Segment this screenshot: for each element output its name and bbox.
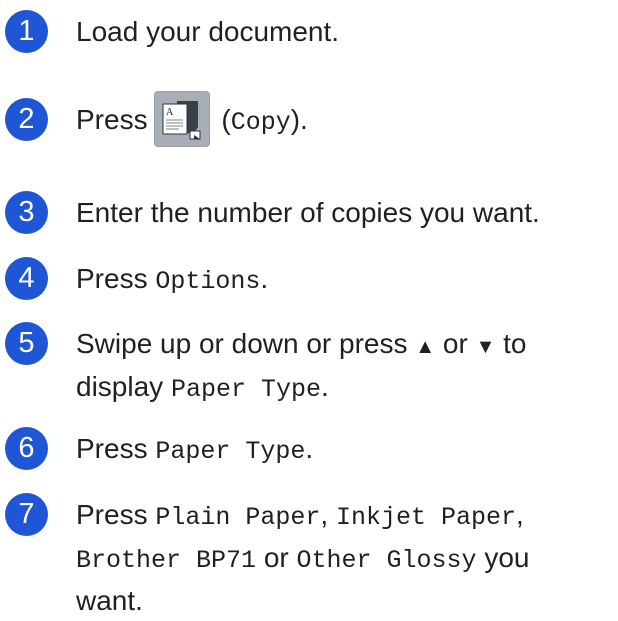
step-number-badge: 5 [5,322,48,365]
copy-label: Copy [230,108,291,137]
period: . [305,433,314,464]
inkjet-paper-label: Inkjet Paper [335,503,516,532]
step-number-badge: 2 [5,98,48,141]
step-text: Press A (Copy). [76,90,616,151]
step-text: Press Options. [76,259,616,302]
step-text: Load your document. [76,12,616,52]
step-number-badge: 7 [5,493,48,536]
up-arrow-icon: ▲ [415,336,436,358]
period: . [260,263,269,294]
you-word: you [484,542,530,573]
step-text: Swipe up or down or press ▲ or ▼ to disp… [76,324,616,410]
plain-paper-label: Plain Paper [155,503,321,532]
step-number-badge: 1 [5,10,48,53]
press-word: Press [76,104,148,135]
paren-close: ). [290,104,308,135]
press-word: Press [76,263,148,294]
step-text: Press Plain Paper, Inkjet Paper, Brother… [76,495,616,621]
step-3-text: Enter the number of copies you want. [76,197,540,228]
display-word: display [76,371,164,402]
comma: , [515,499,524,530]
press-word: Press [76,499,148,530]
brother-bp71-label: Brother BP71 [76,546,257,575]
paren-open: ( [213,104,231,135]
step-number-badge: 4 [5,257,48,300]
other-glossy-label: Other Glossy [296,546,477,575]
paper-type-label: Paper Type [170,375,321,404]
or-word: or [442,328,468,359]
step-5-line-1: Swipe up or down or press ▲ or ▼ to [76,324,616,367]
step-7-line-1: Press Plain Paper, Inkjet Paper, [76,495,616,538]
step-7-line-3: want. [76,581,616,621]
copy-icon[interactable]: A [153,90,210,147]
svg-text:A: A [166,107,174,118]
to-word: to [503,328,527,359]
step-text: Press Paper Type. [76,429,616,472]
down-arrow-icon: ▼ [475,336,496,358]
step-5-line-2: display Paper Type. [76,367,616,410]
or-word: or [263,542,289,573]
options-label: Options [155,267,261,296]
step-7-line-2: Brother BP71 or Other Glossy you [76,538,616,581]
step-text: Enter the number of copies you want. [76,193,616,233]
step-number-badge: 3 [5,191,48,234]
comma: , [320,499,329,530]
want-word: want. [76,585,143,616]
step-5-text-a: Swipe up or down or press [76,328,408,359]
step-1-text: Load your document. [76,16,340,47]
step-number-badge: 6 [5,427,48,470]
press-word: Press [76,433,148,464]
paper-type-label: Paper Type [155,437,306,466]
period: . [320,371,329,402]
